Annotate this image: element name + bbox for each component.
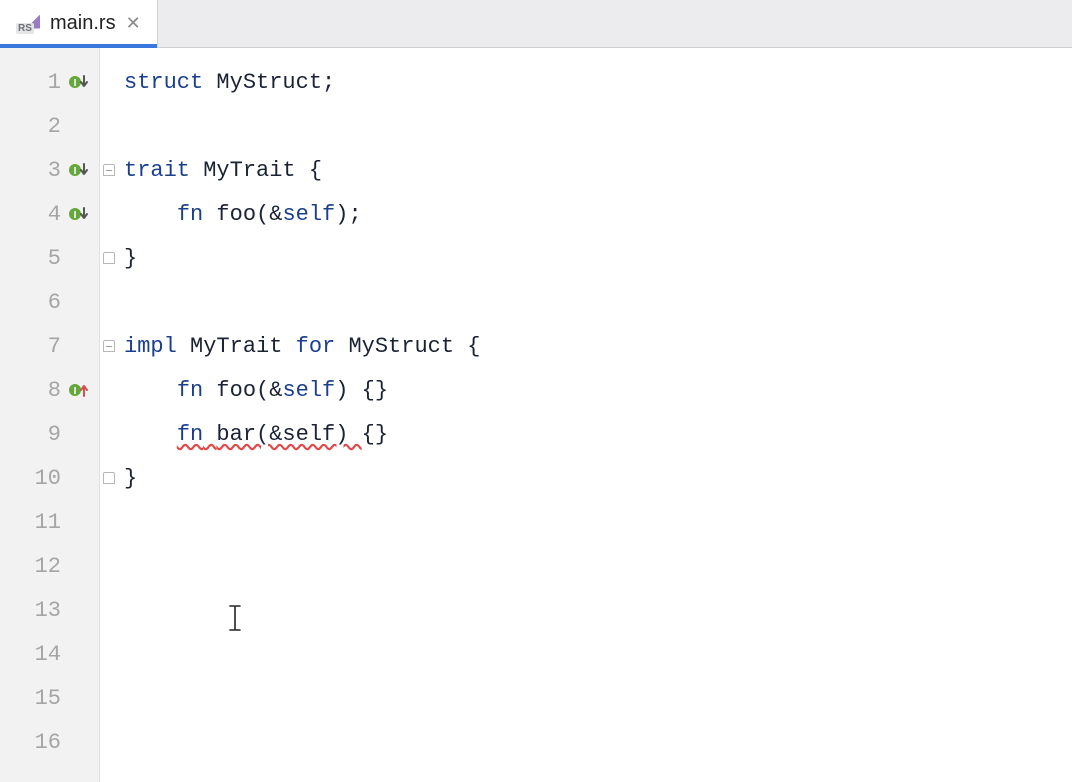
code-line: fn bar(&self) {} xyxy=(118,412,1072,456)
code-line xyxy=(118,676,1072,720)
line-number: 2 xyxy=(31,114,61,139)
close-icon[interactable]: ✕ xyxy=(126,13,141,34)
gutter: 1I 2 3I 4I 5 6 7 8I 9 10 11 12 13 14 15 … xyxy=(0,48,100,782)
code-line xyxy=(118,104,1072,148)
line-number: 8 xyxy=(31,378,61,403)
line-number: 6 xyxy=(31,290,61,315)
implements-down-icon[interactable]: I xyxy=(67,202,91,226)
code-line xyxy=(118,588,1072,632)
line-number: 1 xyxy=(31,70,61,95)
code-line xyxy=(118,720,1072,764)
line-number: 4 xyxy=(31,202,61,227)
code-line xyxy=(118,500,1072,544)
rust-file-icon: RS xyxy=(16,15,40,33)
code-line: impl MyTrait for MyStruct { xyxy=(118,324,1072,368)
line-number: 14 xyxy=(31,642,61,667)
code-line: trait MyTrait { xyxy=(118,148,1072,192)
code-line: fn foo(&self) {} xyxy=(118,368,1072,412)
code-line: fn foo(&self); xyxy=(118,192,1072,236)
code-line: } xyxy=(118,456,1072,500)
editor-window: RS main.rs ✕ 1 I 2 3 I 4 I 5 6 7 8 I 9 10 11… xyxy=(0,0,1072,782)
code-line xyxy=(118,280,1072,324)
svg-text:I: I xyxy=(74,78,77,89)
implements-down-icon[interactable]: I xyxy=(67,158,91,182)
implements-down-icon[interactable]: I xyxy=(67,70,91,94)
line-number: 10 xyxy=(31,466,61,491)
fold-open-icon[interactable] xyxy=(103,164,115,176)
line-number: 9 xyxy=(31,422,61,447)
code-line: struct MyStruct; xyxy=(118,60,1072,104)
tab-bar: RS main.rs ✕ xyxy=(0,0,1072,48)
implements-up-icon[interactable]: I xyxy=(67,378,91,402)
line-number: 13 xyxy=(31,598,61,623)
tab-filename: main.rs xyxy=(50,12,116,35)
fold-close-icon[interactable] xyxy=(103,252,115,264)
line-number: 12 xyxy=(31,554,61,579)
fold-close-icon[interactable] xyxy=(103,472,115,484)
line-number: 7 xyxy=(31,334,61,359)
fold-gutter xyxy=(100,48,118,782)
fold-open-icon[interactable] xyxy=(103,340,115,352)
code-line xyxy=(118,544,1072,588)
tab-main-rs[interactable]: RS main.rs ✕ xyxy=(0,0,158,47)
svg-text:I: I xyxy=(74,210,77,221)
code-line: } xyxy=(118,236,1072,280)
code-area[interactable]: struct MyStruct; trait MyTrait { fn foo(… xyxy=(118,48,1072,782)
svg-text:I: I xyxy=(74,166,77,177)
line-number: 16 xyxy=(31,730,61,755)
editor-area: 1I 2 3I 4I 5 6 7 8I 9 10 11 12 13 14 15 … xyxy=(0,48,1072,782)
svg-text:I: I xyxy=(74,386,77,397)
line-number: 15 xyxy=(31,686,61,711)
code-line xyxy=(118,632,1072,676)
line-number: 3 xyxy=(31,158,61,183)
line-number: 5 xyxy=(31,246,61,271)
line-number: 11 xyxy=(31,510,61,535)
